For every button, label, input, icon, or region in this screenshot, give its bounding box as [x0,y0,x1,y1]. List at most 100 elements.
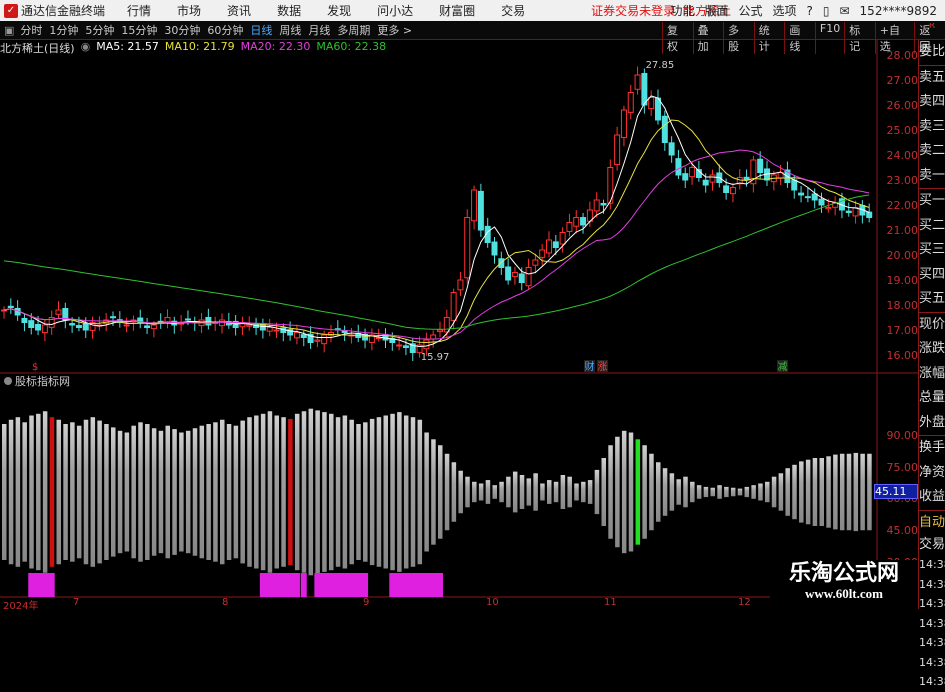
period-tab[interactable]: 更多 > [377,22,412,38]
candle [866,203,873,223]
menu-item[interactable]: 问小达 [377,4,413,18]
menu-item[interactable]: 交易 [501,4,525,18]
signal-block [259,573,300,597]
candle [634,66,641,95]
quote-label: 换手 [919,435,945,461]
menu-item[interactable]: 行情 [127,4,151,18]
price-tick: 19.00 [886,274,919,287]
signal-block [28,573,55,597]
candle [852,200,859,224]
ma5-line [3,95,870,348]
indicator-tick: 75.00 [886,460,919,474]
indicator-menu-icon[interactable] [4,377,12,385]
candle [137,309,144,329]
candle [784,161,791,188]
menu-item[interactable]: 数据 [277,4,301,18]
indicator-bar [369,418,375,566]
indicator-bar [472,481,477,503]
indicator-bar [247,417,252,567]
indicator-bar [288,418,293,566]
indicator-bar [478,483,484,501]
indicator-name: 股标指标网 [15,374,70,388]
period-tab[interactable]: 周线 [279,22,301,38]
indicator-bar [145,424,150,560]
period-tab[interactable]: 分时 [20,22,42,38]
kline-chart[interactable]: 27.85 15.97 财涨 减 $股标指标网 [0,40,918,609]
watermark-url: www.60lt.com [805,586,883,601]
account-id[interactable]: 152****9892 [860,4,937,18]
login-notice[interactable]: 证券交易未登录 [591,2,675,19]
candle [661,110,668,151]
candle [259,318,266,339]
indicator-bar [526,478,532,506]
candle [689,161,696,185]
candle [334,320,341,336]
indicator-bar [860,453,865,531]
candle [491,237,498,264]
indicator-bar [710,487,715,497]
event-label[interactable]: 减 [778,361,788,373]
candle [21,314,28,332]
indicator-bar [104,424,109,560]
help-icon[interactable]: ? [807,4,813,18]
indicator-bar [329,413,334,571]
menu-item[interactable]: 资讯 [227,4,251,18]
period-tab[interactable]: 5分钟 [85,22,114,38]
indicator-bar [601,458,606,526]
period-tab[interactable]: 月线 [308,22,330,38]
indicator-bar [737,488,743,496]
period-tab[interactable]: 60分钟 [207,22,243,38]
period-tab[interactable]: 多周期 [337,22,370,38]
candle [655,89,661,125]
message-icon[interactable]: ✉ [839,4,849,18]
layout-icon[interactable]: ▯ [823,4,830,18]
indicator-bar [254,415,259,569]
event-label[interactable]: 财 [585,360,595,373]
indicator-bar [751,485,756,499]
indicator-bar [615,436,620,548]
indicator-bar [22,422,27,562]
quote-label: 委比 [919,44,945,59]
period-tab[interactable]: 30分钟 [164,22,200,38]
indicator-bar [76,425,82,559]
title-right: 功能 版面 公式 选项? ▯ ✉ 152****9892 [670,2,937,19]
indicator-bar [36,413,41,571]
price-tick: 26.00 [886,99,919,112]
title-menu-item[interactable]: 公式 [738,2,762,19]
price-tick: 16.00 [886,349,919,362]
candle [144,317,151,334]
title-menu-item[interactable]: 选项 [772,2,796,19]
trade-time: 14:38 [919,636,945,649]
price-tick: 18.00 [886,299,919,312]
auto-label[interactable]: 自动 [919,509,945,536]
dividend-marker[interactable]: $ [32,362,38,373]
candle [328,324,334,343]
period-tab[interactable]: 15分钟 [121,22,157,38]
indicator-bar [301,411,307,573]
menu-item[interactable]: 财富圈 [439,4,475,18]
indicator-bar [315,410,320,574]
indicator-bar [805,459,811,525]
menu-item[interactable]: 发现 [327,4,351,18]
app-logo-icon: ✓ [4,3,18,18]
title-menu-item[interactable]: 版面 [704,2,728,19]
indicator-bar [172,429,177,555]
indicator-bar [519,475,525,509]
quote-label: 卖三 [919,118,945,134]
candle [498,251,505,275]
panel-toggle-icon[interactable]: ▣ [4,24,14,37]
indicator-bar [540,483,545,501]
period-tab[interactable]: 1分钟 [49,22,78,38]
indicator-bar [179,432,184,552]
title-menu-item[interactable]: 功能 [670,2,694,19]
menu-item[interactable]: 市场 [177,4,201,18]
event-label[interactable]: 涨 [598,361,608,373]
indicator-bar [587,480,593,504]
candle [171,316,178,334]
indicator-bar [499,481,504,503]
period-tab[interactable]: 日线 [250,22,272,38]
indicator-bar [683,476,688,508]
candle [164,309,171,329]
indicator-bar [771,476,777,508]
date-tick: 9 [363,597,370,608]
